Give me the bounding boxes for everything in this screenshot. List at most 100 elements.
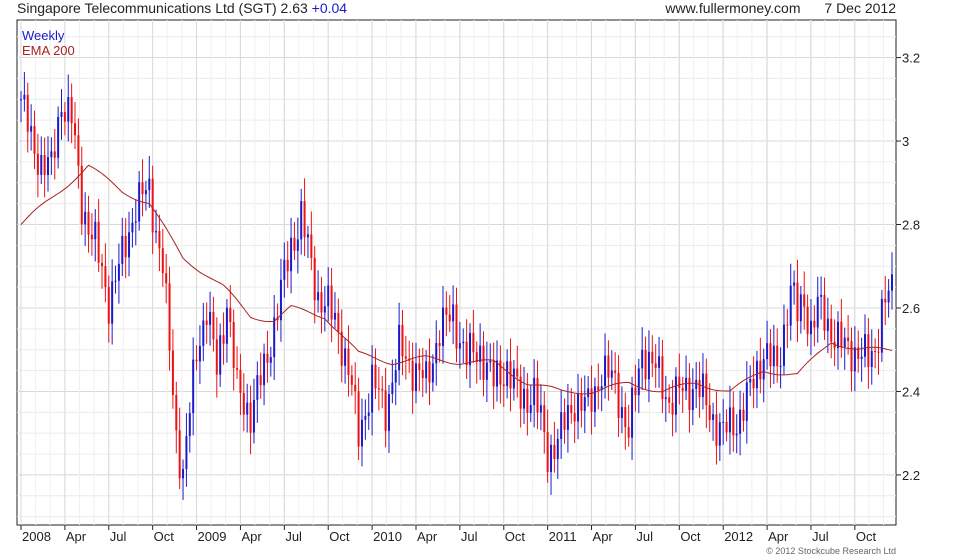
candle-body: [560, 412, 563, 439]
x-tick-label: Oct: [154, 529, 175, 544]
x-tick-label: Jul: [461, 529, 478, 544]
candle-body: [141, 182, 144, 195]
candle-body: [539, 405, 542, 413]
candle-body: [323, 306, 326, 313]
candle-body: [769, 343, 772, 367]
candle-body: [401, 324, 404, 357]
candle-body: [101, 262, 104, 267]
candle-body: [570, 405, 573, 414]
candle-body: [313, 257, 316, 301]
candle-body: [256, 375, 259, 400]
candle-body: [391, 382, 394, 395]
candle-body: [360, 419, 363, 447]
x-tick-label: Jul: [636, 529, 653, 544]
candle-body: [212, 311, 215, 340]
x-tick-label: Jul: [812, 529, 829, 544]
candle-body: [431, 363, 434, 383]
candle-body: [685, 377, 688, 391]
price-chart: 2.2 2.4 2.6 2.8 3 3.2 2008 Apr Jul Oct 2009 Apr Jul…: [16, 19, 920, 544]
candle-body: [523, 388, 526, 409]
candle-body: [165, 273, 168, 284]
candle-body: [698, 379, 701, 398]
candle-body: [499, 360, 502, 385]
candle-body: [236, 368, 239, 370]
candle-body: [850, 341, 853, 372]
candle-body: [441, 307, 444, 346]
candle-body: [333, 312, 336, 320]
candle-body: [117, 263, 120, 281]
candle-body: [357, 391, 360, 447]
candle-body: [249, 402, 252, 433]
x-tick-label: 2009: [198, 529, 227, 544]
candle-body: [448, 314, 451, 322]
candle-body: [712, 414, 715, 420]
candle-body: [121, 235, 124, 264]
candle-body: [425, 361, 428, 379]
candle-body: [350, 375, 353, 385]
candle-body: [242, 392, 245, 415]
plot-area: [16, 19, 897, 526]
candle-body: [175, 394, 178, 431]
candle-body: [404, 356, 407, 359]
candle-body: [550, 444, 553, 473]
candle-body: [772, 345, 775, 367]
candle-body: [597, 386, 600, 391]
candle-body: [681, 387, 684, 391]
candle-body: [891, 274, 893, 291]
legend: Weekly EMA 200: [22, 28, 75, 58]
candle-body: [435, 343, 438, 364]
candle-body: [735, 433, 738, 436]
candle-body: [512, 368, 515, 389]
candle-body: [718, 422, 721, 446]
candle-body: [782, 324, 785, 366]
candle-body: [327, 285, 330, 307]
candle-body: [651, 351, 654, 364]
candle-body: [880, 298, 883, 353]
candle-body: [239, 369, 242, 393]
x-tick-label: Oct: [505, 529, 526, 544]
candle-body: [482, 345, 485, 380]
candle-body: [863, 334, 866, 357]
candle-body: [462, 341, 465, 344]
candle-body: [485, 362, 488, 380]
candle-body: [171, 350, 174, 395]
candle-body: [263, 353, 266, 386]
candle-body: [766, 343, 769, 360]
candle-body: [155, 231, 158, 233]
candle-body: [225, 307, 228, 344]
candle-body: [853, 347, 856, 372]
candle-body: [303, 201, 306, 238]
candle-body: [340, 331, 343, 366]
candle-body: [577, 393, 580, 422]
candle-body: [799, 294, 802, 322]
candle-body: [590, 388, 593, 412]
candle-body: [617, 372, 620, 419]
candle-body: [114, 280, 117, 282]
candle-body: [205, 320, 208, 325]
y-tick-label: 2.2: [902, 468, 920, 483]
legend-weekly: Weekly: [22, 28, 65, 43]
y-tick-label: 2.6: [902, 301, 920, 316]
candle-body: [198, 345, 201, 362]
candle-body: [337, 312, 340, 332]
candle-body: [614, 370, 617, 373]
candle-body: [246, 402, 249, 415]
candle-body: [317, 292, 320, 301]
candle-body: [63, 112, 66, 122]
y-tick-label: 2.8: [902, 218, 920, 233]
candle-body: [428, 361, 431, 383]
candle-body: [80, 165, 83, 225]
candle-body: [732, 407, 735, 436]
candle-body: [813, 320, 816, 328]
candle-body: [178, 430, 181, 479]
candle-body: [387, 394, 390, 431]
candle-body: [371, 364, 374, 413]
candle-body: [641, 349, 644, 369]
candle-body: [286, 259, 289, 272]
candle-body: [50, 151, 53, 158]
candle-body: [252, 399, 255, 433]
candle-body: [188, 413, 191, 437]
candle-body: [347, 348, 350, 376]
candle-body: [887, 290, 890, 303]
candle-body: [455, 304, 458, 349]
